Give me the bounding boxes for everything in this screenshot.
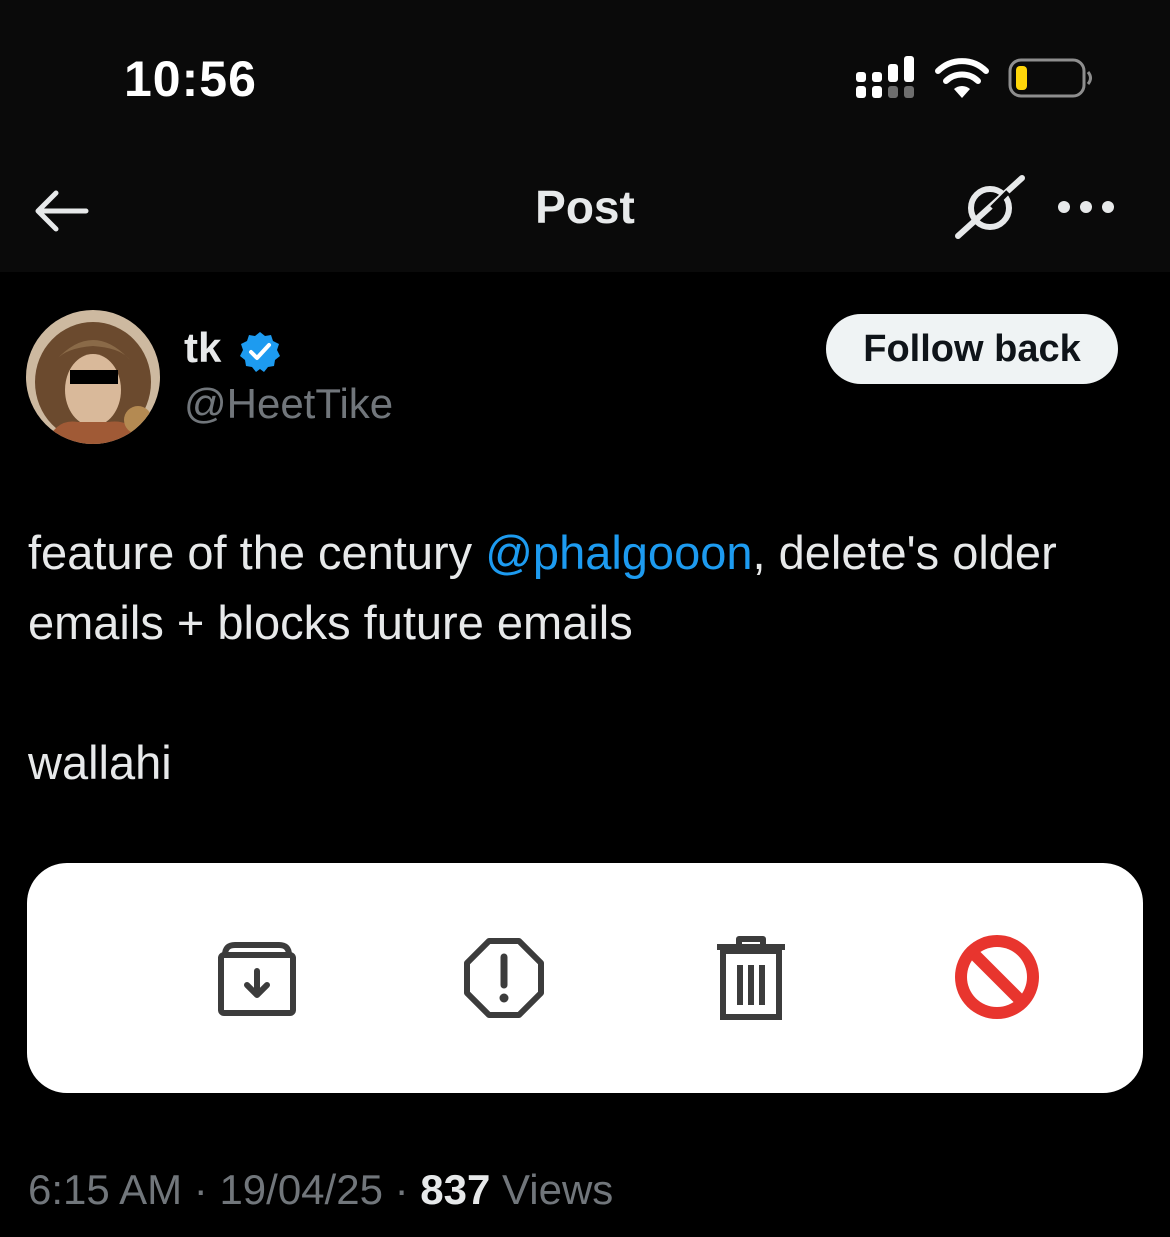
meta-separator: · (182, 1166, 220, 1213)
status-time: 10:56 (124, 51, 257, 107)
status-bar: 10:56 (0, 0, 1170, 150)
post-paragraph-second: wallahi (28, 736, 172, 789)
trash-icon (717, 936, 785, 1020)
meta-separator: · (382, 1166, 421, 1213)
post-date: 19/04/25 (219, 1166, 383, 1213)
wifi-icon (935, 58, 989, 98)
post-time: 6:15 AM (28, 1166, 183, 1213)
follow-back-button[interactable]: Follow back (826, 314, 1118, 384)
archive-icon (218, 942, 296, 1016)
views-count[interactable]: 837 (420, 1166, 490, 1213)
post-media-image[interactable] (27, 863, 1143, 1093)
more-options-icon[interactable] (1056, 194, 1116, 220)
views-label: Views (490, 1166, 614, 1213)
avatar[interactable] (26, 310, 160, 444)
report-spam-icon (464, 938, 544, 1018)
post-text-prefix: feature of the century (28, 526, 486, 579)
block-icon (955, 935, 1039, 1019)
mention-link[interactable]: @phalgooon (485, 526, 752, 579)
post-meta: 6:15 AM · 19/04/25 · 837 Views (28, 1166, 613, 1214)
grok-icon[interactable] (952, 174, 1028, 242)
nav-bar: Post (0, 150, 1170, 272)
signal-icon (856, 56, 914, 98)
verified-badge-icon (240, 332, 280, 372)
battery-icon (1008, 58, 1092, 98)
user-handle[interactable]: @HeetTike (184, 380, 393, 428)
display-name[interactable]: tk (184, 324, 221, 372)
post-paragraph: feature of the century @phalgooon, delet… (28, 518, 1148, 658)
post-text: feature of the century @phalgooon, delet… (28, 518, 1148, 798)
